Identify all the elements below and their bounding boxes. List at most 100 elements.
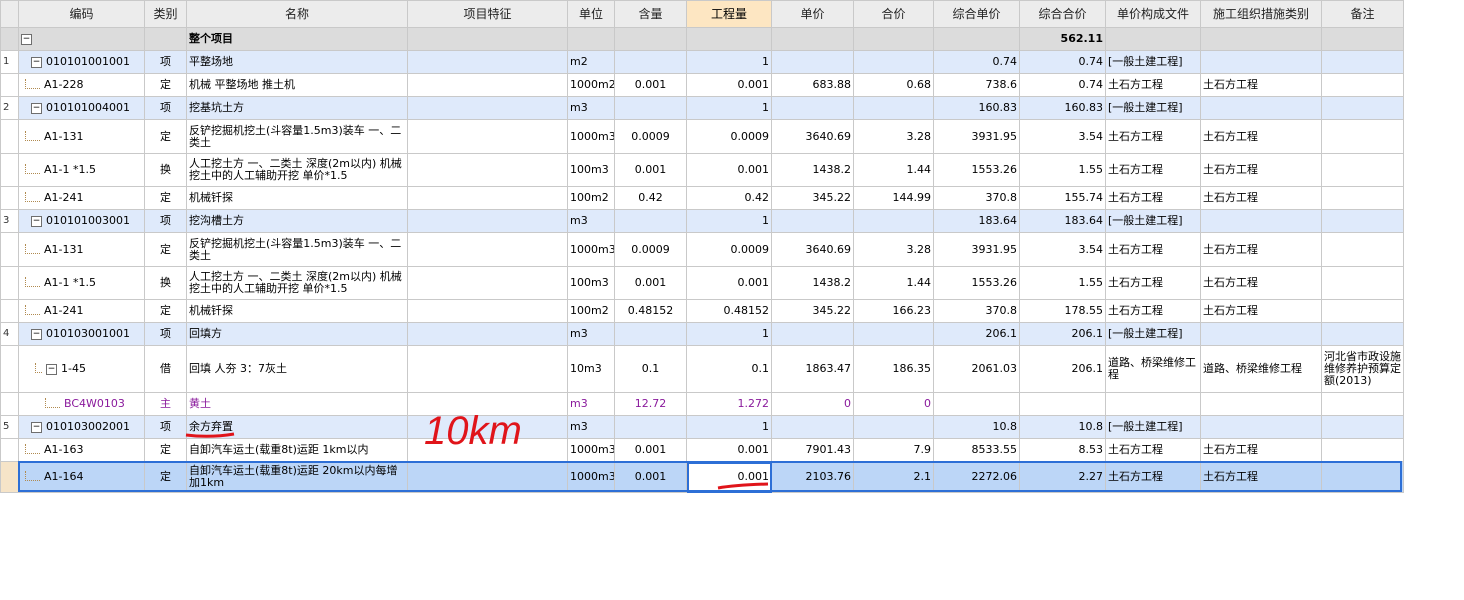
quota-row[interactable]: A1-1 *1.5 换 人工挖土方 一、二类土 深度(2m以内) 机械挖土中的人工辅… [0,266,1404,300]
quota-row[interactable]: BC4W0103 主 黄土 m3 12.72 1.272 0 0 [0,392,1404,416]
bill-item-row[interactable]: 5−010103002001 项 余方弃置 m3 1 10.8 10.8 [一般土建工程] [0,415,1404,439]
file-cell[interactable]: 土石方工程 [1105,266,1201,300]
price-cell[interactable]: 683.88 [771,73,854,97]
feature-cell[interactable] [407,232,568,267]
price-cell[interactable]: 0 [771,392,854,416]
uprice-cell[interactable]: 3931.95 [933,232,1020,267]
total-cell[interactable]: 2.1 [853,461,934,493]
name-cell[interactable]: 平整场地 [186,50,408,74]
content-cell[interactable]: 0.42 [614,186,687,210]
total-cell[interactable]: 166.23 [853,299,934,323]
type-cell[interactable]: 定 [144,119,187,154]
file-cell[interactable]: 土石方工程 [1105,232,1201,267]
tall-cell[interactable]: 183.64 [1019,209,1106,233]
total-cell[interactable] [853,96,934,120]
total-cell[interactable] [853,415,934,439]
type-cell[interactable]: 项 [144,50,187,74]
remark-cell[interactable] [1321,438,1404,462]
tall-cell[interactable]: 10.8 [1019,415,1106,439]
collapse-icon[interactable]: − [31,421,42,433]
qty-cell[interactable]: 0.001 [686,73,772,97]
uprice-cell[interactable] [933,392,1020,416]
price-cell[interactable] [771,209,854,233]
qty-cell[interactable]: 0.001 [686,153,772,187]
uprice-cell[interactable]: 2061.03 [933,345,1020,393]
code-cell[interactable]: −1-45 [18,345,145,393]
measure-cell[interactable]: 土石方工程 [1200,232,1322,267]
feature-cell[interactable] [407,438,568,462]
quota-row[interactable]: A1-131 定 反铲挖掘机挖土(斗容量1.5m3)装车 一、二类土 1000m3 0.… [0,232,1404,267]
remark-cell[interactable] [1321,50,1404,74]
type-cell[interactable]: 定 [144,461,187,493]
measure-cell[interactable]: 土石方工程 [1200,73,1322,97]
file-cell[interactable] [1105,392,1201,416]
name-cell[interactable]: 机械钎探 [186,186,408,210]
type-cell[interactable]: 定 [144,438,187,462]
remark-cell[interactable] [1321,96,1404,120]
unit-cell[interactable]: 1000m2 [567,73,615,97]
price-cell[interactable] [771,96,854,120]
unit-cell[interactable]: m3 [567,96,615,120]
type-cell[interactable]: 项 [144,96,187,120]
code-cell[interactable]: A1-164 [18,461,145,493]
type-cell[interactable]: 项 [144,322,187,346]
tall-cell[interactable]: 206.1 [1019,322,1106,346]
qty-cell[interactable]: 0.0009 [686,119,772,154]
quota-row[interactable]: A1-228 定 机械 平整场地 推土机 1000m2 0.001 0.001 683.88… [0,73,1404,97]
qty-cell[interactable]: 1 [686,209,772,233]
feature-cell[interactable] [407,73,568,97]
price-cell[interactable]: 1863.47 [771,345,854,393]
remark-cell[interactable] [1321,186,1404,210]
feature-cell[interactable] [407,345,568,393]
code-cell[interactable]: A1-241 [18,186,145,210]
name-cell[interactable]: 黄土 [186,392,408,416]
uprice-cell[interactable]: 370.8 [933,186,1020,210]
measure-cell[interactable]: 土石方工程 [1200,153,1322,187]
unit-cell[interactable]: m3 [567,209,615,233]
col-content[interactable]: 含量 [614,0,687,28]
col-price-file[interactable]: 单价构成文件 [1105,0,1201,28]
tall-cell[interactable]: 178.55 [1019,299,1106,323]
quota-row[interactable]: A1-241 定 机械钎探 100m2 0.48152 0.48152 345.22 166.… [0,299,1404,323]
tall-cell[interactable]: 206.1 [1019,345,1106,393]
price-cell[interactable] [771,50,854,74]
total-cell[interactable] [853,50,934,74]
measure-cell[interactable]: 土石方工程 [1200,438,1322,462]
file-cell[interactable]: 土石方工程 [1105,438,1201,462]
col-quantity[interactable]: 工程量 [686,0,772,28]
file-cell[interactable]: [一般土建工程] [1105,50,1201,74]
name-cell[interactable]: 人工挖土方 一、二类土 深度(2m以内) 机械挖土中的人工辅助开挖 单价*1.5 [186,266,408,300]
bill-item-row[interactable]: 3−010101003001 项 挖沟槽土方 m3 1 183.64 183.64 [一般土建… [0,209,1404,233]
feature-cell[interactable] [407,322,568,346]
remark-cell[interactable] [1321,73,1404,97]
uprice-cell[interactable]: 10.8 [933,415,1020,439]
measure-cell[interactable]: 土石方工程 [1200,119,1322,154]
collapse-icon[interactable]: − [31,102,42,114]
code-cell[interactable]: −010103002001 [18,415,145,439]
unit-cell[interactable]: 100m3 [567,153,615,187]
total-cell[interactable]: 3.28 [853,119,934,154]
measure-cell[interactable]: 土石方工程 [1200,461,1322,493]
file-cell[interactable]: [一般土建工程] [1105,415,1201,439]
unit-cell[interactable]: m3 [567,322,615,346]
quota-row[interactable]: A1-241 定 机械钎探 100m2 0.42 0.42 345.22 144.99 370.… [0,186,1404,210]
name-cell[interactable]: 回填 人夯 3：7灰土 [186,345,408,393]
price-cell[interactable] [771,415,854,439]
quota-row[interactable]: A1-1 *1.5 换 人工挖土方 一、二类土 深度(2m以内) 机械挖土中的人工辅… [0,153,1404,187]
root-row[interactable]: − 整个项目 562.11 [0,27,1404,51]
col-type[interactable]: 类别 [144,0,187,28]
col-unit-price-all[interactable]: 综合单价 [933,0,1020,28]
feature-cell[interactable] [407,119,568,154]
qty-cell[interactable]: 0.0009 [686,232,772,267]
feature-cell[interactable] [407,266,568,300]
tall-cell[interactable]: 8.53 [1019,438,1106,462]
code-cell[interactable]: −010101001001 [18,50,145,74]
col-total-all[interactable]: 综合合价 [1019,0,1106,28]
price-cell[interactable]: 3640.69 [771,119,854,154]
content-cell[interactable] [614,96,687,120]
qty-cell[interactable]: 1 [686,96,772,120]
unit-cell[interactable]: 100m3 [567,266,615,300]
unit-cell[interactable]: 100m2 [567,299,615,323]
type-cell[interactable]: 换 [144,153,187,187]
content-cell[interactable]: 0.001 [614,438,687,462]
